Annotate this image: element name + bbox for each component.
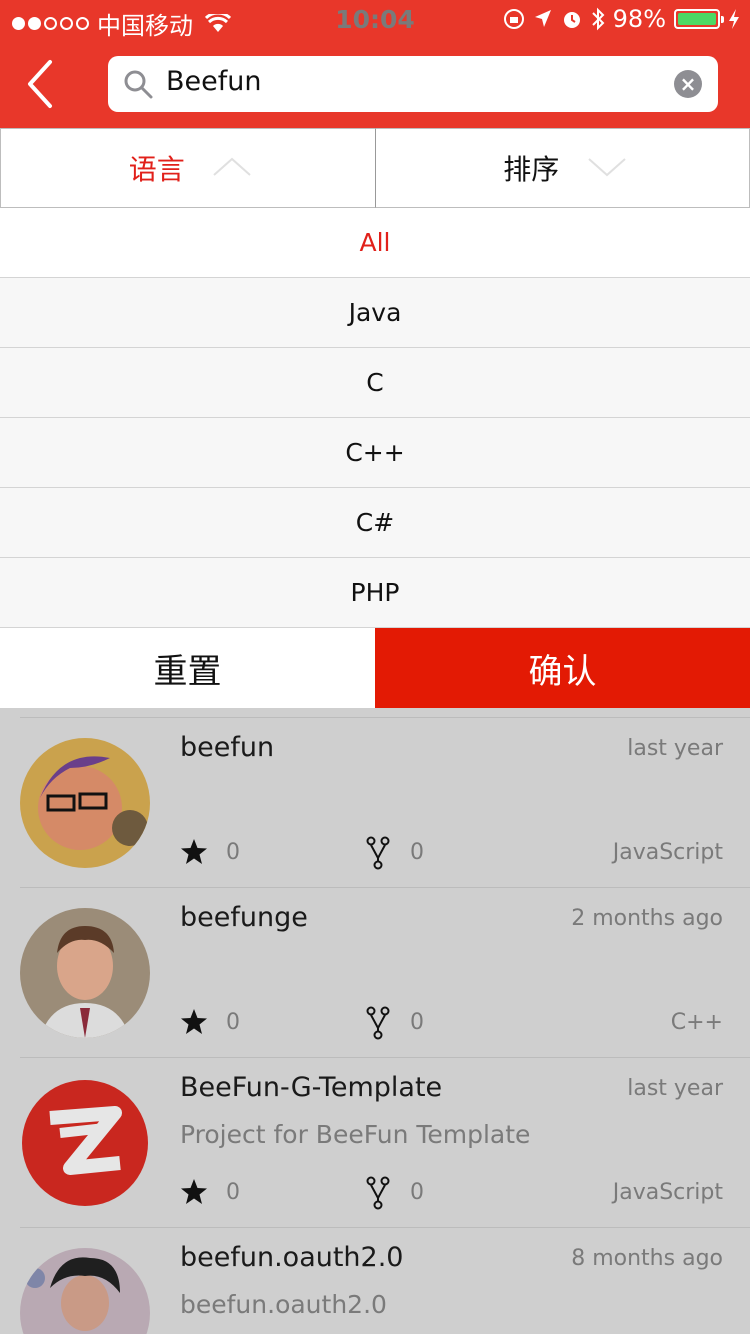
- list-item[interactable]: BeeFun-G-Template Project for BeeFun Tem…: [20, 1057, 750, 1227]
- language-dropdown: All Java C C++ C# PHP: [0, 208, 750, 628]
- tab-sort[interactable]: 排序: [375, 128, 750, 208]
- repo-name: BeeFun-G-Template: [180, 1072, 443, 1103]
- rotation-lock-icon: [503, 9, 524, 29]
- list-item[interactable]: beefunge 2 months ago 0 0 C++: [20, 887, 750, 1057]
- star-count: 0: [226, 1180, 240, 1205]
- fork-count: 0: [410, 1010, 424, 1035]
- star-icon: [181, 1009, 207, 1034]
- repo-name: beefun.oauth2.0: [180, 1242, 404, 1273]
- star-icon: [181, 839, 207, 864]
- charging-icon: [729, 9, 739, 29]
- fork-count: 0: [410, 1180, 424, 1205]
- back-arrow-icon[interactable]: [22, 58, 62, 110]
- avatar: [20, 1248, 150, 1334]
- location-icon: [534, 10, 551, 27]
- confirm-button[interactable]: 确认: [375, 628, 750, 708]
- fork-count: 0: [410, 840, 424, 865]
- clear-icon[interactable]: ×: [674, 70, 702, 98]
- alarm-icon: [563, 12, 580, 28]
- nav-bar: Beefun ×: [0, 40, 750, 128]
- bluetooth-icon: [591, 7, 605, 31]
- repo-updated: 8 months ago: [571, 1246, 723, 1271]
- list-item[interactable]: beefun last year 0 0 JavaScript: [20, 717, 750, 887]
- fork-icon: [366, 836, 390, 870]
- battery-icon: [674, 9, 724, 29]
- repo-name: beefunge: [180, 902, 308, 933]
- repo-language: JavaScript: [612, 1180, 723, 1205]
- results-list: beefun last year 0 0 JavaScript beefunge…: [0, 708, 750, 1334]
- avatar: [20, 1078, 150, 1208]
- repo-language: C++: [670, 1010, 723, 1035]
- status-right: 98%: [503, 5, 740, 33]
- chevron-up-icon: [213, 157, 251, 176]
- option-java[interactable]: Java: [0, 278, 750, 348]
- reset-button[interactable]: 重置: [0, 628, 375, 708]
- option-cpp[interactable]: C++: [0, 418, 750, 488]
- avatar: [20, 908, 150, 1038]
- dropdown-actions: 重置 确认: [0, 628, 750, 708]
- fork-icon: [366, 1006, 390, 1040]
- tab-language-label: 语言: [128, 153, 185, 186]
- search-field[interactable]: Beefun ×: [108, 56, 718, 112]
- tab-sort-label: 排序: [503, 153, 560, 186]
- chevron-down-icon: [587, 158, 626, 177]
- fork-icon: [366, 1176, 390, 1210]
- star-count: 0: [226, 840, 240, 865]
- repo-description: beefun.oauth2.0: [180, 1290, 387, 1319]
- list-item[interactable]: beefun.oauth2.0 beefun.oauth2.0 8 months…: [20, 1227, 750, 1334]
- repo-language: JavaScript: [612, 840, 723, 865]
- option-all[interactable]: All: [0, 208, 750, 278]
- star-count: 0: [226, 1010, 240, 1035]
- status-bar: 中国移动 10:04 98%: [0, 0, 750, 40]
- option-csharp[interactable]: C#: [0, 488, 750, 558]
- option-php[interactable]: PHP: [0, 558, 750, 628]
- filter-tabs: 语言 排序: [0, 128, 750, 208]
- tab-language[interactable]: 语言: [0, 128, 376, 208]
- repo-updated: last year: [627, 736, 723, 761]
- repo-updated: 2 months ago: [571, 906, 723, 931]
- repo-description: Project for BeeFun Template: [180, 1120, 531, 1149]
- repo-updated: last year: [627, 1076, 723, 1101]
- search-input[interactable]: Beefun: [166, 66, 261, 97]
- star-icon: [181, 1179, 207, 1204]
- battery-percent: 98%: [612, 5, 666, 33]
- avatar: [20, 738, 150, 868]
- repo-name: beefun: [180, 732, 275, 763]
- search-icon: [124, 70, 153, 99]
- option-c[interactable]: C: [0, 348, 750, 418]
